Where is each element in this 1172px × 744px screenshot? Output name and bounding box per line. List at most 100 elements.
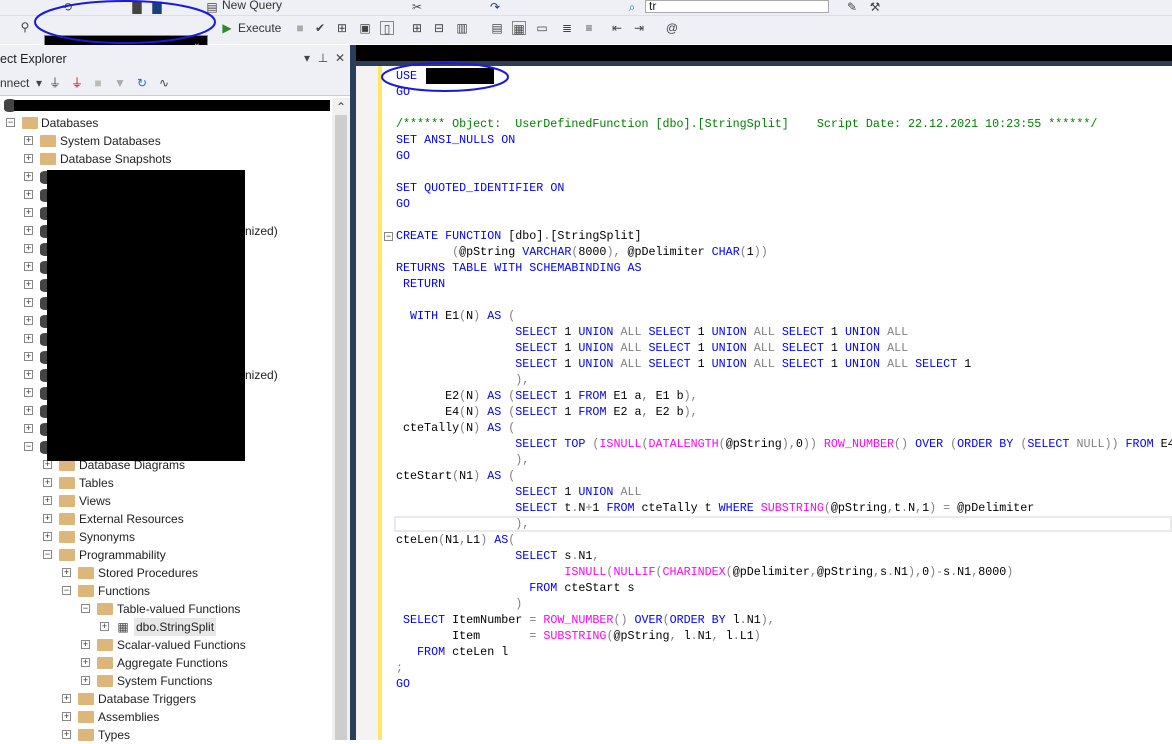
undo-icon[interactable]: ⟲ [60, 0, 74, 14]
tree-node[interactable]: + Views [0, 492, 330, 510]
save-icon[interactable]: ▇ [130, 0, 144, 14]
tools-icon[interactable]: ✎ [845, 0, 859, 14]
search-icon: ⌕ [628, 0, 636, 14]
expand-icon[interactable]: + [24, 262, 33, 271]
tree-node[interactable]: + Scalar-valued Functions [0, 636, 330, 654]
tree-node[interactable]: − Table-valued Functions [0, 600, 330, 618]
client-stats-icon[interactable]: ▥ [455, 21, 469, 35]
expand-icon[interactable]: + [24, 316, 33, 325]
code-line: CREATE FUNCTION [dbo].[StringSplit] [396, 229, 642, 243]
connect-icon[interactable]: ⚲ [18, 20, 32, 34]
outdent-icon[interactable]: ⇤ [610, 21, 624, 35]
tree-node[interactable]: + Stored Procedures [0, 564, 330, 582]
expand-icon[interactable]: + [81, 658, 90, 667]
results-text-icon[interactable]: ▤ [490, 21, 504, 35]
stop-icon[interactable]: ■ [293, 21, 307, 35]
expand-icon[interactable]: + [24, 136, 33, 145]
expand-icon[interactable]: + [24, 370, 33, 379]
filter-icon[interactable]: ▼ [113, 76, 127, 90]
results-file-icon[interactable]: ▭ [535, 21, 549, 35]
tree-node[interactable]: + Database Snapshots [0, 150, 330, 168]
new-query-button[interactable]: New Query [222, 0, 282, 12]
code-line: GO [396, 85, 411, 99]
expand-icon[interactable]: + [43, 532, 52, 541]
connect-plug-icon[interactable]: ⏚ [48, 76, 62, 90]
refresh-icon[interactable]: ↻ [135, 76, 149, 90]
scroll-up-icon[interactable]: ⌃ [334, 100, 348, 114]
expand-icon[interactable]: + [24, 406, 33, 415]
expand-icon[interactable]: + [24, 190, 33, 199]
wrench-icon[interactable]: ⚒ [868, 0, 882, 14]
expand-icon[interactable]: + [62, 694, 71, 703]
collapse-icon[interactable]: − [81, 604, 90, 613]
tree-node[interactable]: + System Functions [0, 672, 330, 690]
tree-node[interactable]: + Types [0, 726, 330, 744]
stop-icon[interactable]: ■ [91, 76, 105, 90]
expand-icon[interactable]: + [43, 514, 52, 523]
specify-template-icon[interactable]: @ [665, 21, 679, 35]
expand-icon[interactable]: + [100, 622, 109, 631]
tree-node[interactable]: + External Resources [0, 510, 330, 528]
collapse-region-icon[interactable]: − [384, 232, 393, 241]
connect-button[interactable]: nnect [0, 76, 29, 90]
folder-icon [78, 567, 94, 579]
collapse-icon[interactable]: − [43, 550, 52, 559]
close-icon[interactable]: ✕ [333, 51, 347, 65]
expand-icon[interactable]: + [24, 154, 33, 163]
collapse-icon[interactable]: − [62, 586, 71, 595]
tree-node[interactable]: + Database Triggers [0, 690, 330, 708]
live-stats-icon[interactable]: ⊟ [432, 21, 446, 35]
tree-node[interactable]: + ▦ dbo.StringSplit [0, 618, 330, 636]
expand-icon[interactable]: + [43, 496, 52, 505]
tree-node[interactable]: + Tables [0, 474, 330, 492]
execute-button[interactable]: Execute [238, 21, 281, 35]
query-options-icon[interactable]: ▣ [358, 21, 372, 35]
expand-icon[interactable]: + [43, 478, 52, 487]
tree-node[interactable]: − Functions [0, 582, 330, 600]
code-text[interactable]: USE GO /****** Object: UserDefinedFunction… [396, 68, 1172, 692]
expand-icon[interactable]: + [24, 244, 33, 253]
expand-icon[interactable]: + [24, 226, 33, 235]
chevron-down-icon[interactable]: ▾ [32, 76, 46, 90]
tree-node[interactable]: + Synonyms [0, 528, 330, 546]
expand-icon[interactable]: + [24, 208, 33, 217]
expand-icon[interactable]: + [62, 712, 71, 721]
tree-scrollbar-thumb[interactable] [335, 115, 347, 740]
intellisense-icon[interactable]: ▯ [380, 21, 394, 36]
expand-icon[interactable]: + [81, 676, 90, 685]
collapse-icon[interactable]: − [24, 442, 33, 451]
expand-icon[interactable]: + [81, 640, 90, 649]
cut-icon[interactable]: ✂ [410, 0, 424, 14]
expand-icon[interactable]: + [24, 388, 33, 397]
redo-icon[interactable]: ↷ [488, 0, 502, 14]
collapse-icon[interactable]: − [6, 118, 15, 127]
comment-icon[interactable]: ≣ [560, 21, 574, 35]
search-input[interactable]: tr [645, 0, 829, 13]
dropdown-icon[interactable]: ▾ [300, 51, 314, 65]
tree-node[interactable]: + System Databases [0, 132, 330, 150]
tree-node-label: Functions [98, 584, 151, 598]
disconnect-icon[interactable]: ⏚ [70, 76, 84, 90]
tree-node[interactable]: − Programmability [0, 546, 330, 564]
expand-icon[interactable]: + [43, 460, 52, 469]
indent-icon[interactable]: ⇥ [632, 21, 646, 35]
parse-check-icon[interactable]: ✔ [313, 21, 327, 35]
expand-icon[interactable]: + [24, 172, 33, 181]
results-grid-icon[interactable]: ▦ [512, 21, 526, 36]
tree-node[interactable]: + Aggregate Functions [0, 654, 330, 672]
activity-monitor-icon[interactable]: ∿ [157, 76, 171, 90]
uncomment-icon[interactable]: ≡ [582, 21, 596, 35]
tree-node[interactable]: + Assemblies [0, 708, 330, 726]
actual-plan-icon[interactable]: ⊞ [410, 21, 424, 35]
expand-icon[interactable]: + [24, 334, 33, 343]
expand-icon[interactable]: + [62, 730, 71, 739]
pin-icon[interactable]: ⊥ [316, 51, 330, 65]
expand-icon[interactable]: + [62, 568, 71, 577]
expand-icon[interactable]: + [24, 298, 33, 307]
tree-node[interactable]: − Databases [0, 114, 330, 132]
expand-icon[interactable]: + [24, 352, 33, 361]
expand-icon[interactable]: + [24, 280, 33, 289]
estimated-plan-icon[interactable]: ⊞ [335, 21, 349, 35]
expand-icon[interactable]: + [24, 424, 33, 433]
save-all-icon[interactable]: ▇ [150, 0, 164, 14]
